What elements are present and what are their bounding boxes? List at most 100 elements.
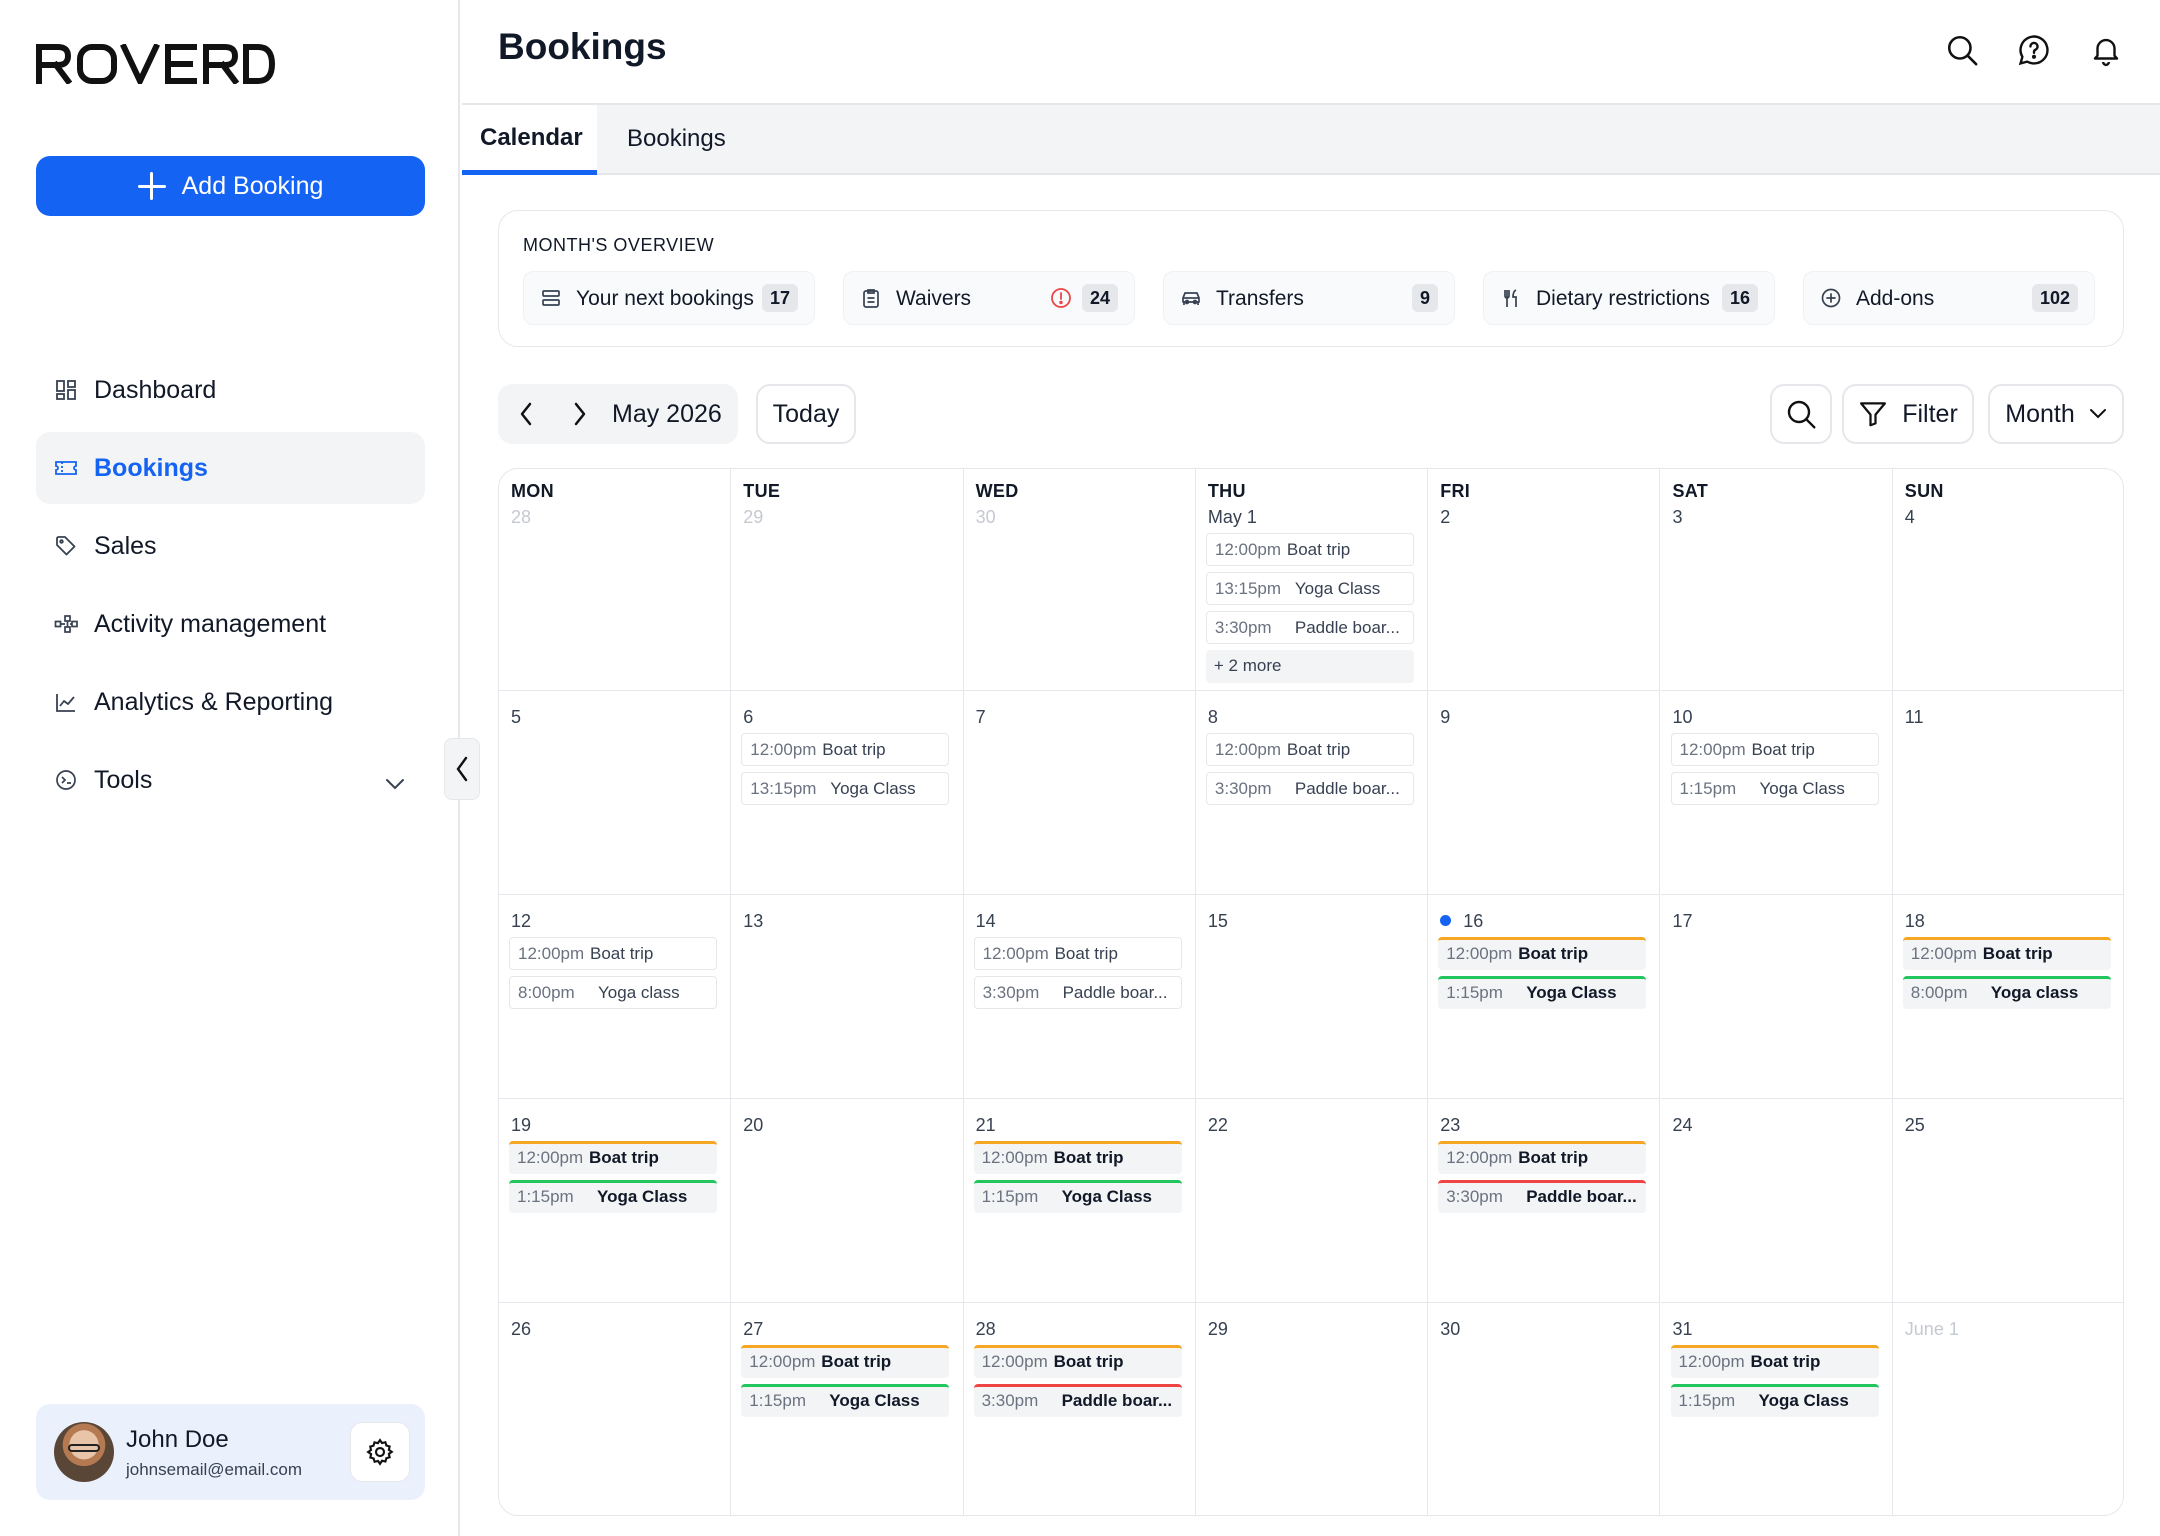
calendar-event[interactable]: 3:30pm Paddle boar... [973,976,1182,1009]
calendar-day-cell[interactable]: 22 [1195,1099,1429,1303]
calendar-day-cell[interactable]: 19 12:00pm Boat trip 1:15pm Yoga Class [499,1099,732,1303]
calendar-event[interactable]: 12:00pm Boat trip [1438,937,1647,970]
tab-calendar[interactable]: Calendar [462,105,597,175]
calendar-event[interactable]: 12:00pm Boat trip [741,733,950,766]
calendar-day-cell[interactable]: 13 [731,895,964,1099]
calendar-day-cell[interactable]: FRI 2 [1428,469,1661,691]
calendar-event[interactable]: 3:30pm Paddle boar... [1438,1180,1647,1213]
filter-label: Filter [1902,399,1958,428]
calendar-event[interactable]: 1:15pm Yoga Class [509,1180,717,1213]
chevron-down-icon[interactable] [385,768,405,797]
calendar-event[interactable]: 12:00pm Boat trip [1205,733,1414,766]
calendar-day-cell[interactable]: 24 [1660,1099,1893,1303]
calendar-day-cell[interactable]: 23 12:00pm Boat trip 3:30pm Paddle boar... [1428,1099,1661,1303]
calendar-day-cell[interactable]: SUN 4 [1892,469,2123,691]
calendar-day-cell[interactable]: 18 12:00pm Boat trip 8:00pm Yoga class [1892,895,2123,1099]
calendar-event[interactable]: 12:00pm Boat trip [1438,1141,1647,1174]
day-of-week-header: TUE [743,481,781,501]
calendar-day-cell[interactable]: 25 [1892,1099,2123,1303]
calendar-event[interactable]: 12:00pm Boat trip [973,1345,1182,1378]
chevron-left-icon [520,402,532,426]
collapse-sidebar-button[interactable] [444,738,480,800]
calendar-day-cell[interactable]: 27 12:00pm Boat trip 1:15pm Yoga Class [731,1303,964,1515]
calendar-day-cell[interactable]: 15 [1195,895,1429,1099]
calendar-search-button[interactable] [1770,384,1832,444]
calendar-event[interactable]: 1:15pm Yoga Class [741,1384,950,1417]
calendar-day-cell[interactable]: 28 12:00pm Boat trip 3:30pm Paddle boar... [964,1303,1196,1515]
sidebar-item-bookings[interactable]: Bookings [36,432,425,504]
notifications-button[interactable] [2088,32,2124,68]
sidebar-item-sales[interactable]: Sales [36,510,425,582]
calendar-event[interactable]: 1:15pm Yoga Class [1670,1384,1879,1417]
today-button[interactable]: Today [756,384,856,444]
calendar-day-cell[interactable]: 6 12:00pm Boat trip 13:15pm Yoga Class [731,691,964,895]
calendar-day-cell[interactable]: 30 [1428,1303,1661,1515]
calendar-event[interactable]: 3:30pm Paddle boar... [973,1384,1182,1417]
user-card[interactable]: John Doe johnsemail@email.com [36,1404,425,1500]
calendar-day-cell[interactable]: 26 [499,1303,732,1515]
day-number-label: 26 [511,1319,532,1339]
overview-card-transfers[interactable]: Transfers 9 [1163,271,1455,325]
settings-button[interactable] [350,1422,410,1482]
calendar-day-cell[interactable]: 14 12:00pm Boat trip 3:30pm Paddle boar... [963,895,1196,1099]
calendar-day-cell[interactable]: 16 12:00pm Boat trip 1:15pm Yoga Class [1428,895,1661,1099]
calendar-event[interactable]: 1:15pm Yoga Class [973,1180,1182,1213]
calendar-day-cell[interactable]: TUE 29 [731,469,964,691]
tab-bookings[interactable]: Bookings [627,105,747,173]
calendar-day-cell[interactable]: THU May 1 12:00pm Boat trip 13:15pm Yoga Clas… [1195,469,1429,691]
add-booking-button[interactable]: Add Booking [36,156,425,216]
filter-button[interactable]: Filter [1842,384,1974,444]
calendar-day-cell[interactable]: 7 [963,691,1196,895]
calendar-day-cell[interactable]: 12 12:00pm Boat trip 8:00pm Yoga class [499,895,732,1099]
calendar-event[interactable]: 12:00pm Boat trip [1205,533,1414,566]
calendar-event[interactable]: 12:00pm Boat trip [741,1345,950,1378]
calendar-event[interactable]: 8:00pm Yoga class [509,976,717,1009]
calendar-event[interactable]: 12:00pm Boat trip [1670,733,1879,766]
calendar-event[interactable]: 12:00pm Boat trip [973,1141,1182,1174]
sidebar-item-analytics-reporting[interactable]: Analytics & Reporting [36,666,425,738]
help-button[interactable] [2016,32,2052,68]
event-time: 12:00pm [749,1352,816,1371]
calendar-event[interactable]: 12:00pm Boat trip [1670,1345,1879,1378]
calendar-day-cell[interactable]: 5 [499,691,732,895]
calendar-event[interactable]: 12:00pm Boat trip [1902,937,2111,970]
calendar-day-cell[interactable]: 17 [1660,895,1893,1099]
calendar-event[interactable]: 3:30pm Paddle boar... [1205,611,1414,644]
calendar-day-cell[interactable]: 31 12:00pm Boat trip 1:15pm Yoga Class [1661,1303,1893,1515]
calendar-day-cell[interactable]: 29 [1196,1303,1429,1515]
view-select[interactable]: Month [1988,384,2124,444]
overview-card-dietary[interactable]: Dietary restrictions 16 [1483,271,1775,325]
prev-month-button[interactable] [508,396,544,432]
calendar-day-cell[interactable]: 9 [1428,691,1661,895]
calendar-event[interactable]: 1:15pm Yoga Class [1670,772,1879,805]
roverd-logo[interactable] [36,44,276,86]
calendar-day-cell[interactable]: 8 12:00pm Boat trip 3:30pm Paddle boar... [1195,691,1429,895]
calendar-day-cell[interactable]: SAT 3 [1660,469,1893,691]
calendar-day-cell[interactable]: 20 [731,1099,964,1303]
calendar-event[interactable]: 12:00pm Boat trip [973,937,1182,970]
sidebar-item-tools[interactable]: Tools [36,744,425,816]
sidebar-item-label: Bookings [94,453,208,482]
calendar-day-cell[interactable]: 21 12:00pm Boat trip 1:15pm Yoga Class [963,1099,1196,1303]
next-month-button[interactable] [562,396,598,432]
overview-title: MONTH'S OVERVIEW [523,235,715,255]
calendar-event[interactable]: 3:30pm Paddle boar... [1205,772,1414,805]
overview-card-waivers[interactable]: Waivers 24 [843,271,1135,325]
calendar-event[interactable]: 8:00pm Yoga class [1902,976,2111,1009]
overview-card-addons[interactable]: Add-ons 102 [1803,271,2095,325]
more-events-button[interactable]: + 2 more [1205,650,1414,683]
calendar-day-cell[interactable]: 10 12:00pm Boat trip 1:15pm Yoga Class [1660,691,1893,895]
sidebar-item-dashboard[interactable]: Dashboard [36,354,425,426]
calendar-day-cell[interactable]: 11 [1892,691,2123,895]
calendar-event[interactable]: 1:15pm Yoga Class [1438,976,1647,1009]
calendar-day-cell[interactable]: June 1 [1893,1303,2123,1515]
overview-card-next-bookings[interactable]: Your next bookings 17 [523,271,815,325]
sidebar-item-activity-management[interactable]: Activity management [36,588,425,660]
calendar-day-cell[interactable]: WED 30 [963,469,1196,691]
calendar-day-cell[interactable]: MON 28 [499,469,732,691]
calendar-event[interactable]: 12:00pm Boat trip [509,1141,717,1174]
calendar-event[interactable]: 13:15pm Yoga Class [741,772,950,805]
search-button[interactable] [1944,32,1980,68]
calendar-event[interactable]: 12:00pm Boat trip [509,937,717,970]
calendar-event[interactable]: 13:15pm Yoga Class [1205,572,1414,605]
